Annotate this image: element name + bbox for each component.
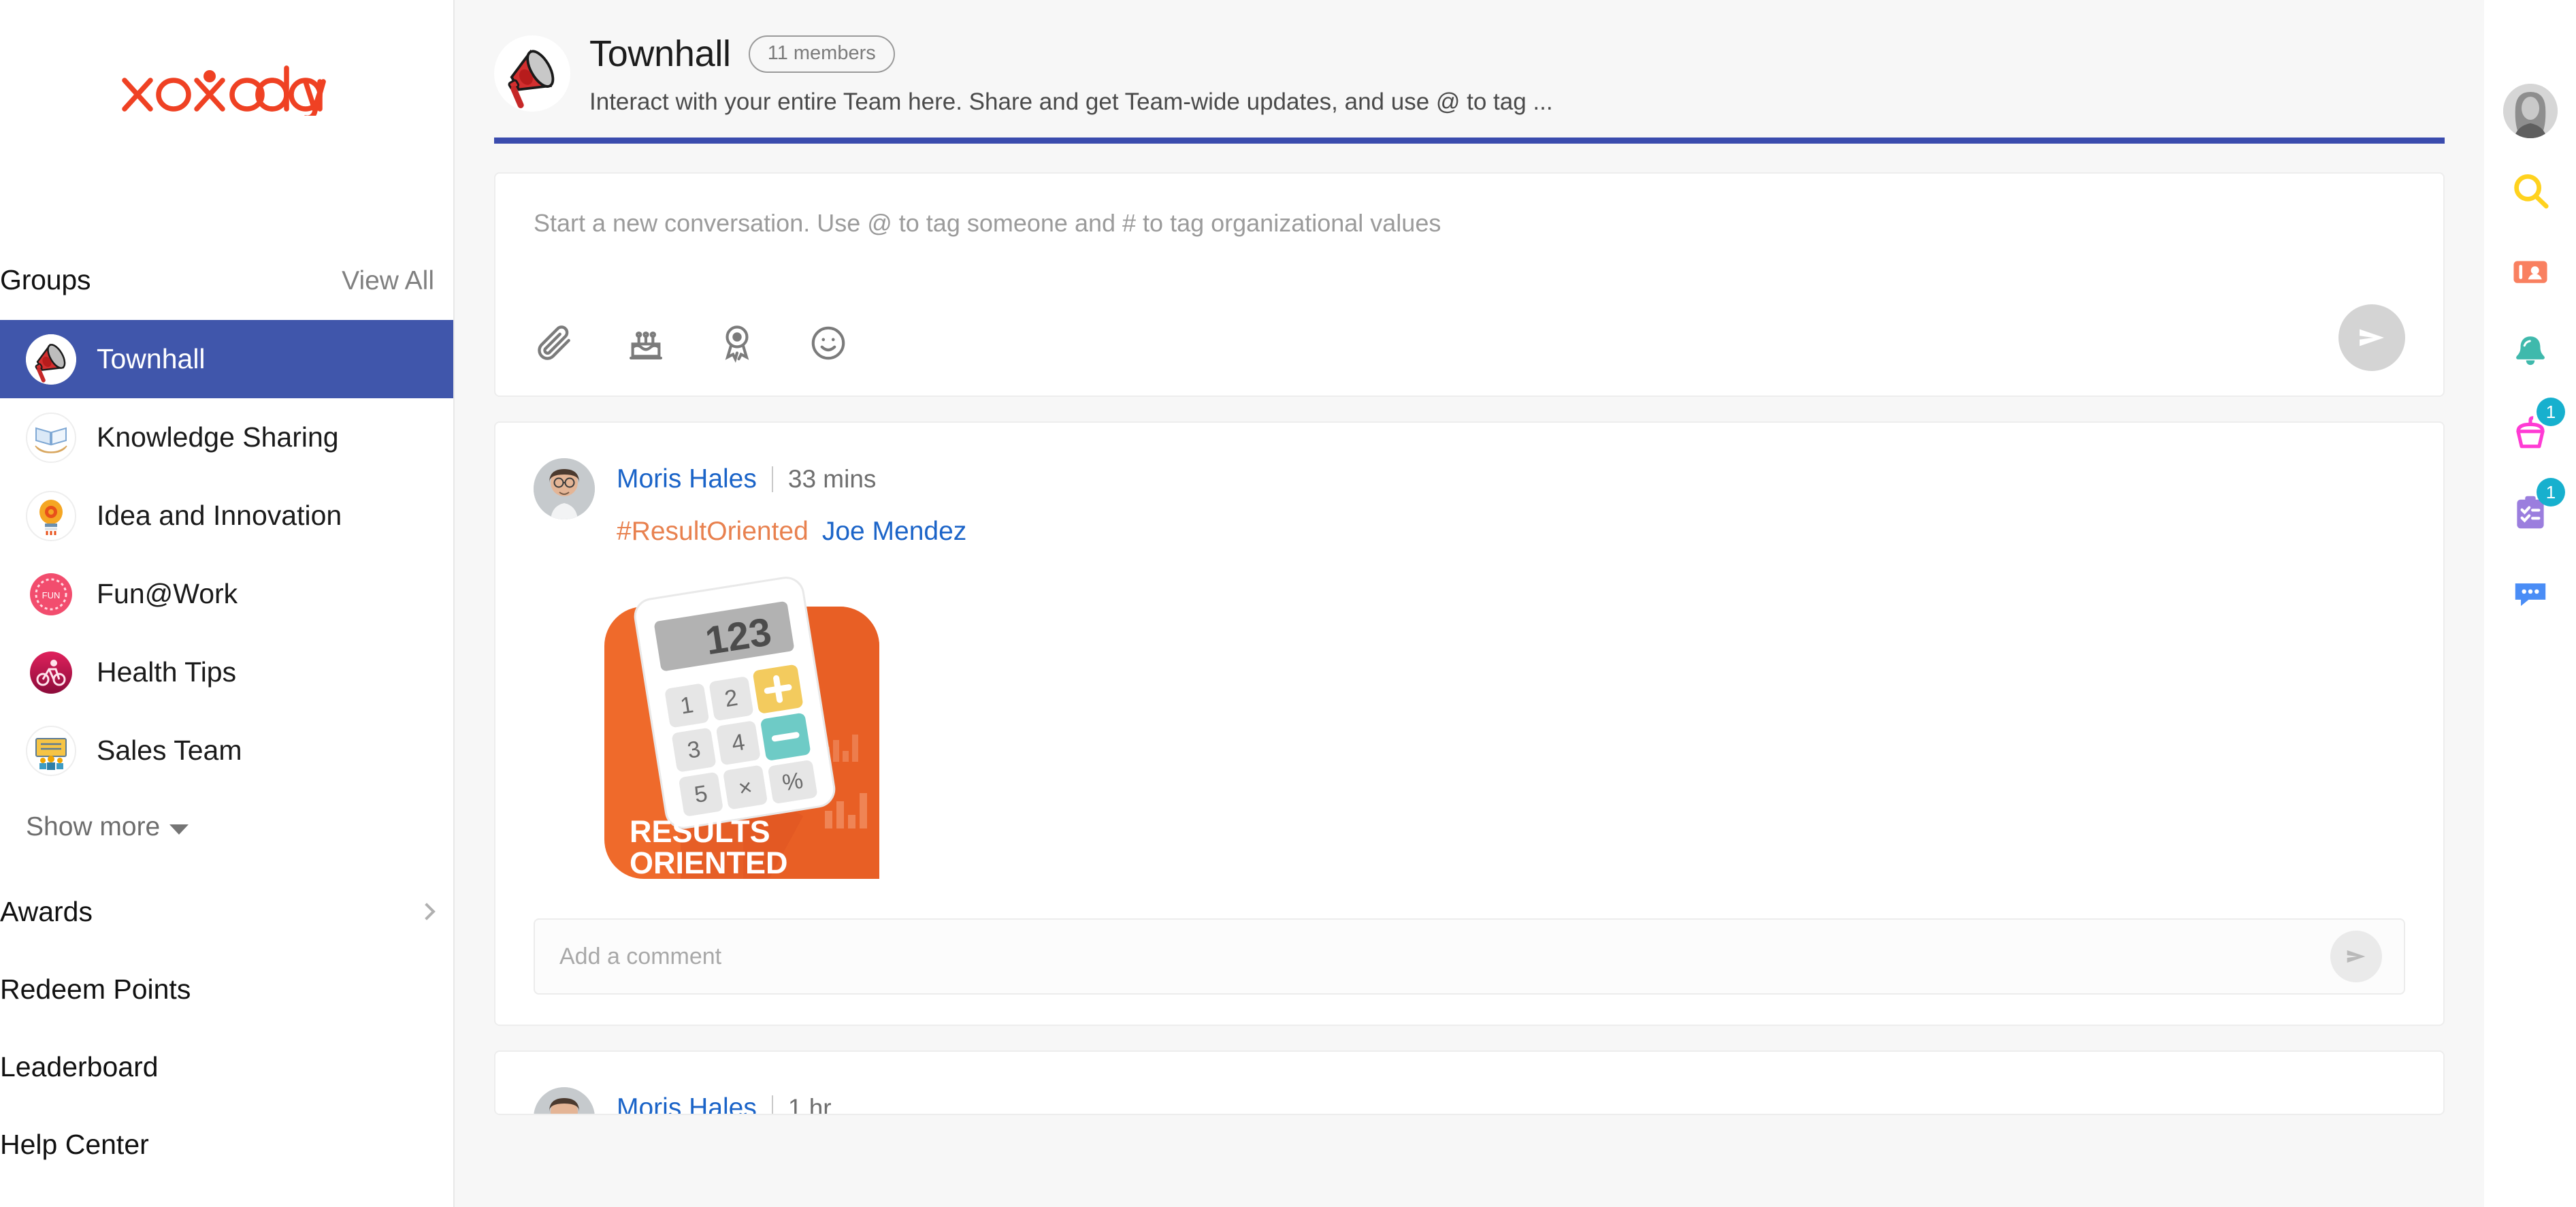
post-hashtag[interactable]: #ResultOriented [617, 517, 809, 547]
fun-gear-badge-icon: FUN [26, 568, 76, 619]
post-author[interactable]: Moris Hales [617, 464, 757, 494]
feed: Start a new conversation. Use @ to tag s… [455, 144, 2484, 1115]
groups-list: Townhall Knowledge Sharing Idea and Inno… [0, 320, 453, 790]
status-badge: 1 [2537, 398, 2565, 426]
sidebar-item-townhall[interactable]: Townhall [0, 320, 453, 398]
composer-placeholder: Start a new conversation. Use @ to tag s… [534, 209, 1441, 237]
meta-separator [771, 1095, 773, 1114]
cyclist-icon [26, 647, 76, 698]
megaphone-icon [494, 35, 570, 112]
post-card: Moris Hales 33 mins #ResultOriented Joe … [494, 421, 2445, 1026]
right-rail: 1 1 [2484, 0, 2576, 1207]
post-mention[interactable]: Joe Mendez [822, 517, 966, 547]
post-timestamp: 33 mins [787, 465, 877, 493]
comment-send-button[interactable] [2330, 931, 2382, 982]
send-icon [2360, 329, 2384, 347]
megaphone-icon [26, 334, 76, 385]
chat-bubble-icon [2515, 583, 2545, 607]
sidebar-item-label: Awards [0, 895, 93, 927]
badge-title-line1: RESULTS [630, 814, 770, 849]
avatar [534, 1087, 595, 1114]
badge-title-line2: ORIENTED [630, 846, 788, 880]
rail-item-profile[interactable] [2484, 71, 2576, 151]
sidebar-item-label: Help Center [0, 1128, 149, 1160]
post-timestamp: 1 hr [787, 1094, 832, 1115]
sidebar-item-label: Townhall [97, 343, 206, 374]
composer-send-button[interactable] [2338, 304, 2405, 371]
sidebar-item-fun-at-work[interactable]: FUN Fun@Work [0, 555, 453, 633]
sidebar-item-leaderboard[interactable]: Leaderboard [0, 1028, 453, 1106]
members-count-badge[interactable]: 11 members [748, 35, 895, 73]
sidebar-item-redeem-points[interactable]: Redeem Points [0, 950, 453, 1028]
groups-header: Groups View All [0, 264, 453, 300]
status-badge: 1 [2537, 478, 2565, 506]
comment-placeholder: Add a comment [559, 943, 722, 969]
lightbulb-gear-icon [26, 490, 76, 541]
sidebar-item-label: Redeem Points [0, 973, 191, 1005]
post-author[interactable]: Moris Hales [617, 1093, 757, 1114]
post-card: Moris Hales 1 hr [494, 1050, 2445, 1115]
contact-card-icon [2513, 261, 2547, 283]
header-accent-rule [494, 138, 2445, 144]
sidebar-item-health-tips[interactable]: Health Tips [0, 633, 453, 711]
show-more-toggle[interactable]: Show more [0, 796, 453, 858]
open-book-hand-icon [26, 412, 76, 463]
group-description: Interact with your entire Team here. Sha… [589, 88, 1553, 115]
search-icon [2513, 174, 2549, 209]
rail-item-messages[interactable] [2484, 553, 2576, 633]
composer-toolbar [534, 322, 849, 364]
page-title: Townhall [589, 33, 731, 74]
send-icon [2347, 950, 2366, 963]
xoxoday-logo-icon [122, 65, 326, 116]
comment-input[interactable]: Add a comment [534, 918, 2405, 995]
group-header: Townhall 11 members Interact with your e… [455, 0, 2484, 116]
sidebar-item-label: Fun@Work [97, 578, 238, 609]
svg-text:FUN: FUN [42, 590, 61, 600]
rail-item-celebrations[interactable]: 1 [2484, 392, 2576, 472]
sidebar-item-sales-team[interactable]: Sales Team [0, 711, 453, 790]
sidebar-item-knowledge-sharing[interactable]: Knowledge Sharing [0, 398, 453, 477]
sidebar-item-idea-and-innovation[interactable]: Idea and Innovation [0, 477, 453, 555]
view-all-link[interactable]: View All [342, 266, 434, 296]
sidebar-item-help-center[interactable]: Help Center [0, 1106, 453, 1183]
results-oriented-badge-icon: 123 1 2 3 4 5 × % RESULTS ORIENTED [604, 577, 879, 880]
rail-item-notifications[interactable] [2484, 312, 2576, 392]
sidebar-nav: Awards Redeem Points Leaderboard Help Ce… [0, 873, 453, 1183]
main-content: Townhall 11 members Interact with your e… [455, 0, 2484, 1207]
sidebar-item-label: Sales Team [97, 735, 242, 766]
presentation-board-icon [26, 725, 76, 776]
show-more-label: Show more [26, 812, 161, 841]
meta-separator [771, 466, 773, 492]
sidebar-item-label: Health Tips [97, 656, 237, 688]
chevron-right-icon [418, 903, 436, 920]
avatar [2502, 84, 2558, 138]
brand-logo[interactable] [0, 0, 453, 177]
sidebar-item-label: Knowledge Sharing [97, 421, 339, 453]
award-ribbon-icon[interactable] [716, 322, 758, 364]
rail-item-directory[interactable] [2484, 231, 2576, 312]
bell-icon [2515, 336, 2545, 366]
new-post-composer[interactable]: Start a new conversation. Use @ to tag s… [494, 172, 2445, 397]
sidebar-item-label: Idea and Innovation [97, 500, 342, 531]
chevron-down-icon [169, 824, 189, 835]
rail-item-tasks[interactable]: 1 [2484, 472, 2576, 553]
cake-icon[interactable] [625, 322, 667, 364]
svg-text:%: % [781, 767, 805, 796]
sidebar-item-label: Leaderboard [0, 1050, 159, 1082]
app-root: Groups View All Townhall Knowledge Shari… [0, 0, 2576, 1207]
left-sidebar: Groups View All Townhall Knowledge Shari… [0, 0, 455, 1207]
groups-heading: Groups [0, 264, 91, 295]
emoji-icon[interactable] [807, 322, 849, 364]
rail-item-search[interactable] [2484, 151, 2576, 231]
post-media-award-badge: 123 1 2 3 4 5 × % RESULTS ORIENTED [599, 571, 2405, 891]
avatar [534, 458, 595, 519]
sidebar-item-awards[interactable]: Awards [0, 873, 453, 950]
attach-icon[interactable] [534, 322, 576, 364]
